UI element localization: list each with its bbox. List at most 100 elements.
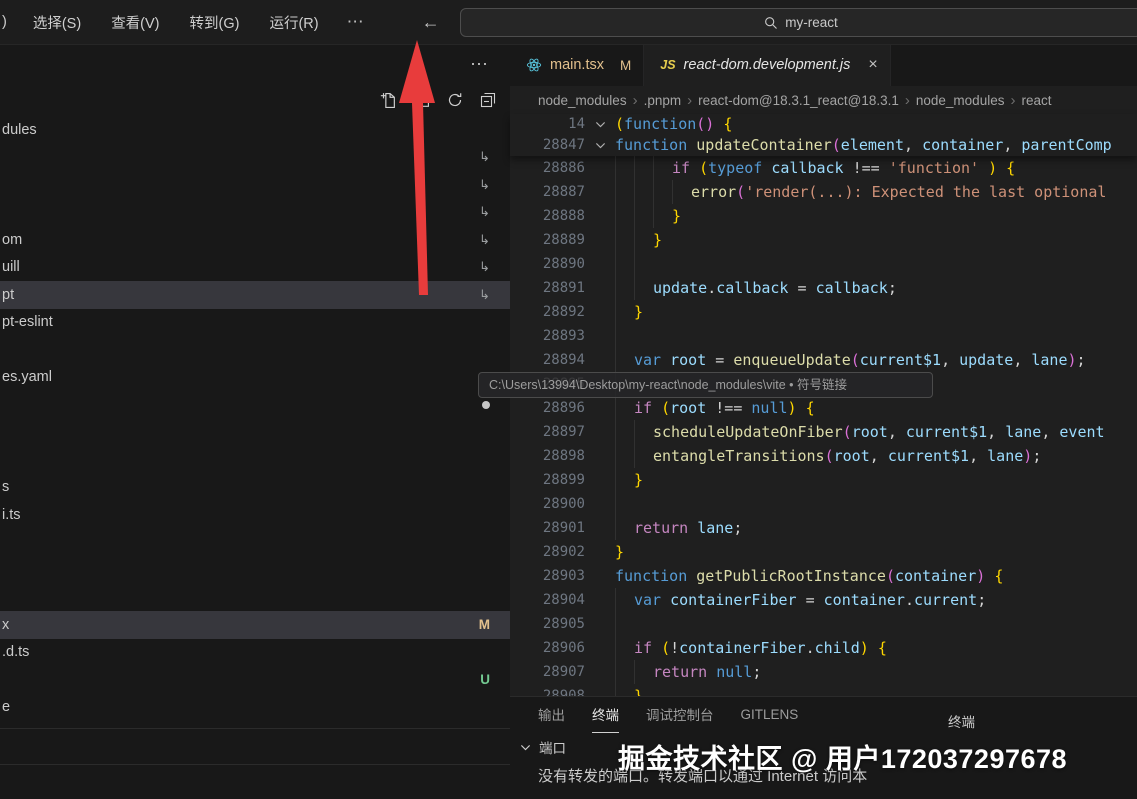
code-line[interactable]: 28907return null; (510, 660, 1137, 684)
breadcrumb-separator-icon: › (1010, 92, 1015, 109)
code-token: ( (699, 156, 708, 180)
code-text: } (615, 684, 643, 696)
code-line[interactable]: 28887error('render(...): Expected the la… (510, 180, 1137, 204)
code-line[interactable]: 28904var containerFiber = container.curr… (510, 588, 1137, 612)
code-token: } (634, 684, 643, 696)
explorer-row[interactable] (0, 419, 510, 447)
menu-item[interactable]: 查看(V) (111, 12, 159, 33)
terminal-picker-label[interactable]: 终端 (948, 711, 975, 731)
explorer-row[interactable]: .d.ts (0, 639, 510, 667)
code-line[interactable]: 28898entangleTransitions(root, current$1… (510, 444, 1137, 468)
code-token: , (1003, 135, 1021, 156)
menu-item-fragment[interactable]: ) (2, 14, 7, 30)
indent-guide (634, 444, 653, 468)
panel-tab-终端[interactable]: 终端 (592, 697, 619, 733)
code-text: } (615, 300, 643, 324)
code-line[interactable]: 28896if (root !== null) { (510, 396, 1137, 420)
indent-guide (615, 516, 634, 540)
code-line[interactable]: 28908} (510, 684, 1137, 696)
fold-button[interactable] (585, 135, 615, 156)
back-arrow-icon[interactable]: ← (422, 12, 440, 33)
code-line[interactable]: 28901return lane; (510, 516, 1137, 540)
symlink-arrow-icon: ↳ (479, 149, 490, 165)
code-token: element (841, 135, 904, 156)
collapse-all-button[interactable] (478, 90, 498, 110)
explorer-row[interactable]: i.ts (0, 501, 510, 529)
line-number: 28907 (510, 660, 585, 684)
code-text: entangleTransitions(root, current$1, lan… (615, 444, 1041, 468)
code-token: , (987, 420, 1005, 444)
indent-guide (634, 228, 653, 252)
explorer-row[interactable] (0, 446, 510, 474)
indent-guide (615, 612, 634, 636)
explorer-row[interactable]: s (0, 474, 510, 502)
indent-guide (615, 204, 634, 228)
explorer-row[interactable]: xM (0, 611, 510, 639)
code-line[interactable]: 28905 (510, 612, 1137, 636)
code-line[interactable]: 28899} (510, 468, 1137, 492)
code-line[interactable]: 28888} (510, 204, 1137, 228)
explorer-row[interactable]: e (0, 694, 510, 722)
code-token: if (634, 636, 652, 660)
explorer-item-label: x (2, 617, 9, 633)
explorer-row[interactable] (0, 556, 510, 584)
code-line[interactable]: 28897scheduleUpdateOnFiber(root, current… (510, 420, 1137, 444)
code-line[interactable]: 28906if (!containerFiber.child) { (510, 636, 1137, 660)
command-center-search[interactable]: my-react (460, 8, 1137, 37)
code-line[interactable]: 28890 (510, 252, 1137, 276)
explorer-row[interactable] (0, 391, 510, 419)
indent-guide (672, 180, 691, 204)
code-token (979, 156, 988, 180)
code-token: . (707, 276, 716, 300)
code-token (869, 636, 878, 660)
code-line[interactable]: 28892} (510, 300, 1137, 324)
panel-tab-调试控制台[interactable]: 调试控制台 (646, 697, 714, 733)
code-token: root (670, 396, 706, 420)
tab-react-dom-development-js[interactable]: JS react-dom.development.js × (644, 44, 890, 86)
explorer-row[interactable] (0, 529, 510, 557)
code-token: , (969, 444, 987, 468)
panel-tab-输出[interactable]: 输出 (538, 697, 565, 733)
fold-button[interactable] (585, 114, 615, 135)
code-line[interactable]: 28902} (510, 540, 1137, 564)
code-line[interactable]: 28893 (510, 324, 1137, 348)
refresh-button[interactable] (445, 90, 465, 110)
code-line[interactable]: 28891update.callback = callback; (510, 276, 1137, 300)
gutter (585, 492, 615, 516)
breadcrumb-item[interactable]: .pnpm (644, 93, 682, 108)
breadcrumb-item[interactable]: node_modules (538, 93, 627, 108)
menu-item[interactable]: 转到(G) (190, 12, 240, 33)
code-token: } (634, 468, 643, 492)
explorer-row[interactable] (0, 336, 510, 364)
code-token: updateContainer (696, 135, 831, 156)
titlebar-more-icon[interactable]: ⋯ (347, 12, 366, 32)
code-line[interactable]: 28903function getPublicRootInstance(cont… (510, 564, 1137, 588)
code-token (687, 135, 696, 156)
breadcrumb-item[interactable]: react-dom@18.3.1_react@18.3.1 (698, 93, 899, 108)
explorer-row[interactable]: pt-eslint (0, 309, 510, 337)
panel-tab-GITLENS[interactable]: GITLENS (741, 697, 799, 733)
code-line[interactable]: 28889} (510, 228, 1137, 252)
explorer-row[interactable] (0, 584, 510, 612)
line-number: 28894 (510, 348, 585, 372)
code-area[interactable]: 28886if (typeof callback !== 'function' … (510, 156, 1137, 696)
indent-guide (615, 444, 634, 468)
tab-main-tsx[interactable]: main.tsx M (510, 44, 644, 86)
menu-item[interactable]: 运行(R) (269, 12, 318, 33)
code-token: . (806, 636, 815, 660)
explorer-row[interactable]: U (0, 666, 510, 694)
code-line[interactable]: 28894var root = enqueueUpdate(current$1,… (510, 348, 1137, 372)
code-line[interactable]: 28900 (510, 492, 1137, 516)
gutter (585, 180, 615, 204)
close-tab-icon[interactable]: × (868, 56, 877, 74)
indent-guide (615, 396, 634, 420)
code-token: ( (832, 135, 841, 156)
explorer-row[interactable]: es.yaml (0, 364, 510, 392)
explorer-more-icon[interactable]: ⋯ (470, 54, 489, 75)
menu-item[interactable]: 选择(S) (33, 12, 81, 33)
breadcrumb-item[interactable]: node_modules (916, 93, 1005, 108)
code-line[interactable]: 28886if (typeof callback !== 'function' … (510, 156, 1137, 180)
breadcrumb-item[interactable]: react (1021, 93, 1051, 108)
gutter (585, 588, 615, 612)
code-token (797, 396, 806, 420)
